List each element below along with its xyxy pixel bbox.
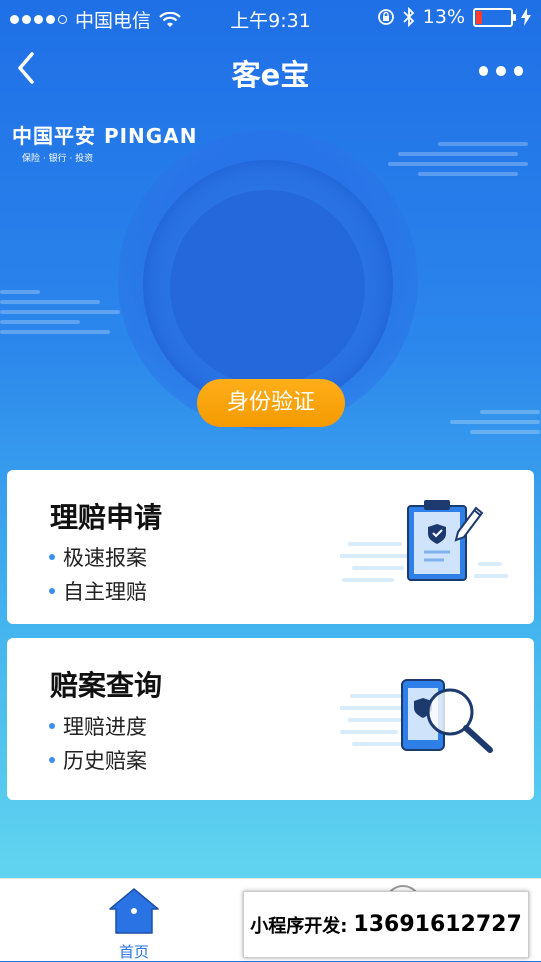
more-dots-icon <box>479 66 489 76</box>
promo-label: 小程序开发: <box>250 915 348 937</box>
nav-bar: 客e宝 <box>0 38 541 104</box>
tab-home-label: 首页 <box>118 943 149 961</box>
card-item-label: 理赔进度 <box>63 715 147 739</box>
card-item-self-claim[interactable]: 自主理赔 <box>49 576 147 606</box>
bullet-icon <box>49 554 55 560</box>
pingan-logo: 中国平安 PINGAN 保险 · 银行 · 投资 <box>12 120 197 164</box>
bullet-icon <box>49 757 55 763</box>
cloud-decoration <box>0 290 130 340</box>
bluetooth-icon <box>403 7 415 27</box>
bullet-icon <box>49 723 55 729</box>
page-title: 客e宝 <box>231 58 310 92</box>
cloud-decoration <box>440 410 540 440</box>
card-item-fast-report[interactable]: 极速报案 <box>49 542 147 572</box>
card-item-label: 历史赔案 <box>63 749 147 773</box>
identity-verify-button[interactable]: 身份验证 <box>197 379 345 427</box>
bullet-icon <box>49 588 55 594</box>
logo-tagline: 保险 · 银行 · 投资 <box>22 154 94 164</box>
home-icon <box>109 888 159 934</box>
phone-magnifier-icon <box>340 679 493 753</box>
card-item-claim-history[interactable]: 历史赔案 <box>49 745 147 775</box>
promo-banner: 小程序开发: 13691612727 <box>243 891 529 958</box>
identity-circle-inner <box>170 190 365 385</box>
battery-icon <box>473 7 516 27</box>
tab-home[interactable]: 首页 <box>104 887 164 962</box>
card-title: 赔案查询 <box>50 669 163 702</box>
battery-percent: 13% <box>422 6 465 28</box>
charging-icon <box>521 8 531 26</box>
more-button[interactable] <box>479 64 523 78</box>
cloud-decoration <box>388 142 538 182</box>
claim-query-card[interactable]: 赔案查询 理赔进度 历史赔案 <box>7 638 534 800</box>
clipboard-pencil-icon <box>340 500 508 582</box>
card-item-claim-progress[interactable]: 理赔进度 <box>49 711 147 741</box>
claim-apply-card[interactable]: 理赔申请 极速报案 自主理赔 <box>7 470 534 624</box>
card-title: 理赔申请 <box>50 501 163 534</box>
logo-text: 中国平安 PINGAN <box>12 124 198 148</box>
promo-phone: 13691612727 <box>353 912 522 937</box>
rotation-lock-icon <box>377 9 394 25</box>
card-item-label: 极速报案 <box>63 546 147 570</box>
status-bar: 中国电信 上午9:31 13% <box>0 0 541 36</box>
card-item-label: 自主理赔 <box>63 580 147 604</box>
